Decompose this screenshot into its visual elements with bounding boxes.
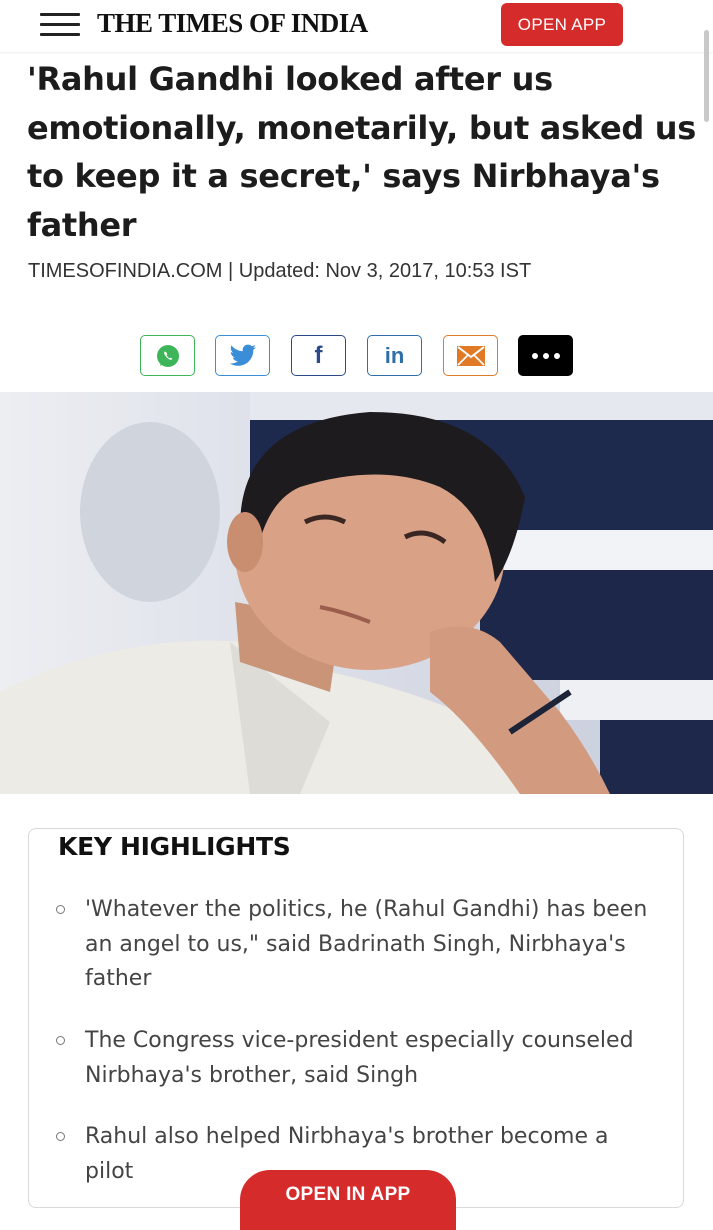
facebook-icon: f	[314, 341, 323, 369]
article-photo-illustration	[0, 392, 713, 794]
email-icon	[456, 345, 485, 366]
share-linkedin-button[interactable]: in	[367, 335, 422, 376]
whatsapp-icon	[156, 344, 179, 367]
site-logo[interactable]: THE TIMES OF INDIA	[97, 8, 368, 39]
top-bar: THE TIMES OF INDIA OPEN APP	[0, 0, 713, 52]
open-in-app-button[interactable]: OPEN IN APP	[240, 1170, 456, 1230]
article-photo	[0, 392, 713, 794]
share-whatsapp-button[interactable]	[140, 335, 195, 376]
share-more-button[interactable]	[518, 335, 573, 376]
highlight-item: The Congress vice-president especially c…	[85, 1028, 634, 1088]
article-byline: TIMESOFINDIA.COM | Updated: Nov 3, 2017,…	[28, 260, 532, 282]
twitter-icon	[229, 344, 256, 366]
more-icon	[531, 352, 560, 359]
bullet-icon	[56, 905, 65, 914]
article-headline: 'Rahul Gandhi looked after us emotionall…	[27, 60, 697, 244]
key-highlights-title: KEY HIGHLIGHTS	[58, 832, 291, 861]
bullet-icon	[56, 1132, 65, 1141]
open-app-button[interactable]: OPEN APP	[501, 3, 623, 46]
hamburger-menu-icon[interactable]	[40, 13, 80, 37]
page-scrollbar[interactable]	[704, 30, 709, 122]
share-facebook-button[interactable]: f	[291, 335, 346, 376]
highlight-item: 'Whatever the politics, he (Rahul Gandhi…	[85, 897, 648, 991]
share-twitter-button[interactable]	[215, 335, 270, 376]
bullet-icon	[56, 1036, 65, 1045]
share-email-button[interactable]	[443, 335, 498, 376]
linkedin-icon: in	[384, 342, 405, 368]
